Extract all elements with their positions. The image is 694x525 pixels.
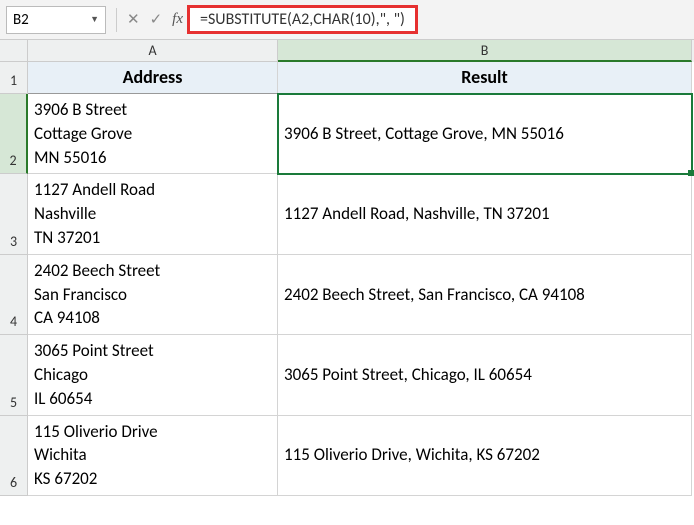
cell-B1[interactable]: Result <box>278 62 692 94</box>
cell-text: 3906 B Street <box>34 98 271 122</box>
cell-text: Wichita <box>34 443 271 467</box>
cell-text: MN 55016 <box>34 146 271 170</box>
cancel-icon[interactable]: ✕ <box>127 10 140 29</box>
row-3: 3 1127 Andell Road Nashville TN 37201 11… <box>0 174 694 254</box>
row-header-6[interactable]: 6 <box>0 416 28 496</box>
name-box-dropdown-icon[interactable]: ▼ <box>90 14 99 25</box>
row-header-3[interactable]: 3 <box>0 174 28 254</box>
cell-A2[interactable]: 3906 B Street Cottage Grove MN 55016 <box>28 94 278 174</box>
fx-icon[interactable]: fx <box>172 11 183 28</box>
cell-text: KS 67202 <box>34 467 271 491</box>
cell-text: San Francisco <box>34 283 271 307</box>
row-4: 4 2402 Beech Street San Francisco CA 941… <box>0 255 694 335</box>
confirm-icon[interactable]: ✓ <box>150 10 163 29</box>
cell-text: Nashville <box>34 202 271 226</box>
cell-A3[interactable]: 1127 Andell Road Nashville TN 37201 <box>28 174 278 254</box>
cell-B2[interactable]: 3906 B Street, Cottage Grove, MN 55016 <box>278 94 692 174</box>
row-1: 1 Address Result <box>0 62 694 94</box>
cell-B5[interactable]: 3065 Point Street, Chicago, IL 60654 <box>278 335 692 415</box>
fill-handle[interactable] <box>688 170 694 176</box>
formula-text: =SUBSTITUTE(A2,CHAR(10),", ") <box>187 5 418 34</box>
cell-text: 1127 Andell Road <box>34 178 271 202</box>
cell-B3[interactable]: 1127 Andell Road, Nashville, TN 37201 <box>278 174 692 254</box>
cell-text: CA 94108 <box>34 306 271 330</box>
name-box[interactable]: B2 ▼ <box>6 6 106 34</box>
cell-text: 2402 Beech Street <box>34 259 271 283</box>
formula-input-area[interactable]: =SUBSTITUTE(A2,CHAR(10),", ") <box>189 6 694 34</box>
separator <box>116 8 117 32</box>
formula-bar: B2 ▼ ✕ ✓ fx =SUBSTITUTE(A2,CHAR(10),", "… <box>0 0 694 40</box>
cell-text: 3906 B Street, Cottage Grove, MN 55016 <box>284 122 564 146</box>
row-6: 6 115 Oliverio Drive Wichita KS 67202 11… <box>0 416 694 496</box>
row-5: 5 3065 Point Street Chicago IL 60654 306… <box>0 335 694 415</box>
column-header-B[interactable]: B <box>278 40 692 62</box>
column-header-A[interactable]: A <box>28 40 278 62</box>
cell-text: 3065 Point Street <box>34 339 271 363</box>
cell-text: IL 60654 <box>34 387 271 411</box>
row-header-2[interactable]: 2 <box>0 94 28 174</box>
cell-text: Chicago <box>34 363 271 387</box>
cell-text: 115 Oliverio Drive <box>34 420 271 444</box>
cell-A6[interactable]: 115 Oliverio Drive Wichita KS 67202 <box>28 416 278 496</box>
column-headers: A B <box>0 40 694 62</box>
cell-text: Cottage Grove <box>34 122 271 146</box>
cell-B6[interactable]: 115 Oliverio Drive, Wichita, KS 67202 <box>278 416 692 496</box>
row-header-5[interactable]: 5 <box>0 335 28 415</box>
cell-text: 3065 Point Street, Chicago, IL 60654 <box>284 363 532 387</box>
select-all-corner[interactable] <box>0 40 28 62</box>
cell-A1[interactable]: Address <box>28 62 278 94</box>
cell-A4[interactable]: 2402 Beech Street San Francisco CA 94108 <box>28 255 278 335</box>
name-box-value: B2 <box>13 11 29 29</box>
spreadsheet-grid: A B 1 Address Result 2 3906 B Street Cot… <box>0 40 694 496</box>
row-header-1[interactable]: 1 <box>0 62 28 94</box>
cell-text: 115 Oliverio Drive, Wichita, KS 67202 <box>284 443 540 467</box>
cell-text: 2402 Beech Street, San Francisco, CA 941… <box>284 283 585 307</box>
row-header-4[interactable]: 4 <box>0 255 28 335</box>
formula-bar-icons: ✕ ✓ fx <box>121 10 189 29</box>
row-2: 2 3906 B Street Cottage Grove MN 55016 3… <box>0 94 694 174</box>
cell-text: 1127 Andell Road, Nashville, TN 37201 <box>284 202 550 226</box>
cell-A5[interactable]: 3065 Point Street Chicago IL 60654 <box>28 335 278 415</box>
cell-text: TN 37201 <box>34 226 271 250</box>
cell-B4[interactable]: 2402 Beech Street, San Francisco, CA 941… <box>278 255 692 335</box>
